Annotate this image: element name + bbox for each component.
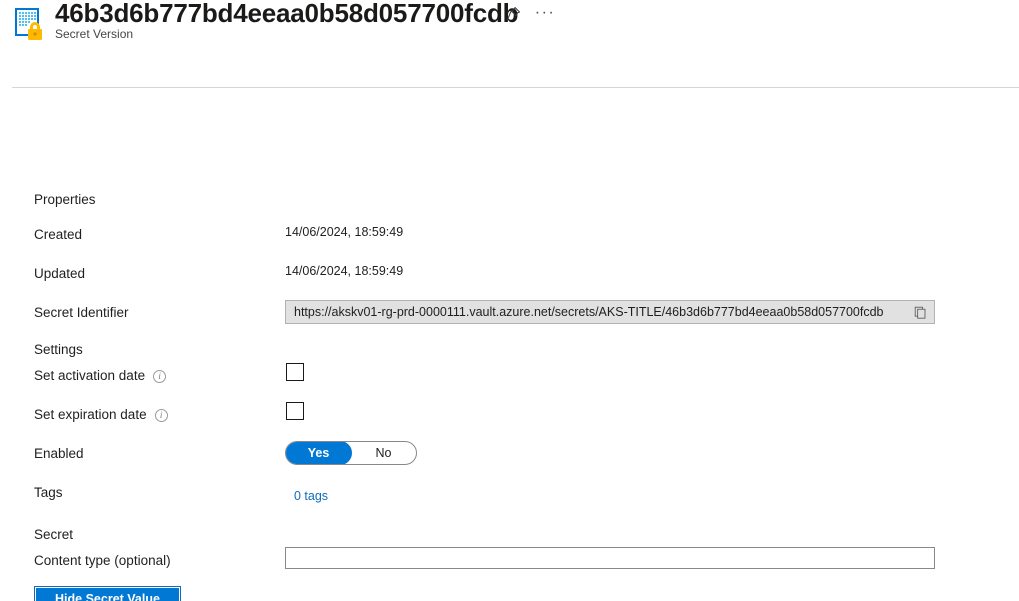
enabled-toggle[interactable]: Yes No xyxy=(285,441,417,465)
set-expiration-date-label: Set expiration date xyxy=(34,407,168,422)
secret-identifier-label: Secret Identifier xyxy=(34,305,129,320)
settings-section-heading: Settings xyxy=(34,342,83,357)
page-subtitle: Secret Version xyxy=(55,27,134,41)
updated-label: Updated xyxy=(34,266,86,281)
secret-identifier-value: https://akskv01-rg-prd-0000111.vault.azu… xyxy=(294,305,884,319)
updated-value: 14/06/2024, 18:59:49 xyxy=(285,264,404,278)
info-icon[interactable] xyxy=(154,408,168,422)
set-activation-date-label: Set activation date xyxy=(34,368,167,383)
enabled-label: Enabled xyxy=(34,446,84,461)
content-type-label: Content type (optional) xyxy=(34,553,171,568)
page-title: 46b3d6b777bd4eeaa0b58d057700fcdb xyxy=(55,0,519,28)
set-activation-date-text: Set activation date xyxy=(34,368,146,383)
enabled-toggle-no[interactable]: No xyxy=(351,442,416,464)
secret-section-heading: Secret xyxy=(34,527,74,542)
created-label: Created xyxy=(34,227,83,242)
set-expiration-date-text: Set expiration date xyxy=(34,407,147,422)
enabled-toggle-yes[interactable]: Yes xyxy=(286,442,352,464)
tags-link[interactable]: 0 tags xyxy=(294,489,328,503)
properties-section-heading: Properties xyxy=(34,192,96,207)
secret-certificate-lock-icon xyxy=(13,7,47,41)
set-activation-date-checkbox[interactable] xyxy=(286,363,304,381)
info-icon[interactable] xyxy=(153,369,167,383)
pin-icon[interactable] xyxy=(500,0,526,26)
header-divider xyxy=(12,87,1019,88)
hide-secret-value-button[interactable]: Hide Secret Value xyxy=(34,586,181,601)
set-expiration-date-checkbox[interactable] xyxy=(286,402,304,420)
content-type-input[interactable] xyxy=(285,547,935,569)
secret-identifier-field[interactable]: https://akskv01-rg-prd-0000111.vault.azu… xyxy=(285,300,935,324)
tags-label: Tags xyxy=(34,485,63,500)
created-value: 14/06/2024, 18:59:49 xyxy=(285,225,404,239)
copy-icon[interactable] xyxy=(906,301,934,323)
ellipsis-icon[interactable]: ··· xyxy=(532,0,558,26)
page-header: 46b3d6b777bd4eeaa0b58d057700fcdb Secret … xyxy=(0,0,1019,87)
